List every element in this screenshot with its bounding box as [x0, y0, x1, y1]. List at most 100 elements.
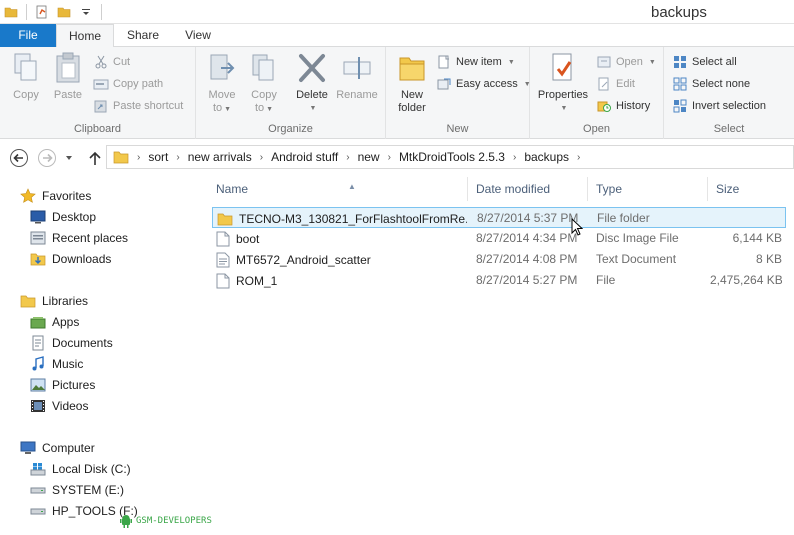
- column-header-name[interactable]: ▲ Name: [210, 177, 468, 201]
- properties-label: Properties: [537, 89, 589, 101]
- chevron-down-icon: ▼: [224, 106, 232, 113]
- table-row[interactable]: boot 8/27/2014 4:34 PM Disc Image File 6…: [212, 228, 786, 249]
- nav-downloads[interactable]: Downloads: [30, 249, 111, 269]
- up-arrow-icon: [89, 151, 101, 165]
- videos-icon: [30, 398, 46, 414]
- tab-file[interactable]: File: [0, 24, 56, 47]
- properties-icon[interactable]: [33, 3, 51, 21]
- breadcrumb-separator[interactable]: ›: [573, 152, 584, 163]
- downloads-icon: [30, 251, 46, 267]
- move-to-icon: [206, 51, 238, 85]
- nav-videos[interactable]: Videos: [30, 396, 88, 416]
- file-date: 8/27/2014 5:27 PM: [476, 273, 578, 287]
- copy-button[interactable]: Copy: [8, 51, 44, 102]
- nav-system-drive[interactable]: SYSTEM (E:): [30, 480, 124, 500]
- breadcrumb-separator[interactable]: ›: [133, 152, 144, 163]
- properties-button[interactable]: Properties ▼: [536, 51, 590, 115]
- column-header-type[interactable]: Type: [590, 177, 708, 201]
- paste-button[interactable]: Paste: [50, 51, 86, 102]
- copy-to-icon: [248, 51, 280, 85]
- rename-icon: [341, 51, 373, 85]
- breadcrumb-sort[interactable]: sort: [144, 150, 172, 164]
- copy-to-button[interactable]: Copy to ▼: [244, 51, 284, 116]
- open-button[interactable]: Open ▼: [596, 53, 656, 71]
- nav-computer[interactable]: Computer: [20, 438, 95, 458]
- open-icon: [596, 54, 612, 70]
- history-label: History: [616, 100, 651, 112]
- delete-button[interactable]: Delete ▼: [292, 51, 332, 115]
- forward-button[interactable]: [36, 147, 58, 169]
- address-bar[interactable]: › sort › new arrivals › Android stuff › …: [106, 145, 794, 169]
- edit-icon: [596, 76, 612, 92]
- copy-path-button[interactable]: Copy path: [93, 75, 163, 93]
- select-all-button[interactable]: Select all: [672, 53, 737, 71]
- recent-locations-button[interactable]: [62, 147, 76, 169]
- breadcrumb-backups[interactable]: backups: [520, 150, 573, 164]
- table-row[interactable]: MT6572_Android_scatter 8/27/2014 4:08 PM…: [212, 249, 786, 270]
- nav-documents[interactable]: Documents: [30, 333, 113, 353]
- file-size: 6,144 KB: [732, 231, 782, 245]
- file-date: 8/27/2014 4:34 PM: [476, 231, 578, 245]
- new-folder-icon[interactable]: [55, 3, 73, 21]
- move-to-label: Move: [208, 89, 236, 101]
- move-to-button[interactable]: Move to ▼: [202, 51, 242, 116]
- nav-pictures[interactable]: Pictures: [30, 375, 95, 395]
- tab-share[interactable]: Share: [115, 24, 171, 47]
- column-header-date[interactable]: Date modified: [470, 177, 588, 201]
- tab-home[interactable]: Home: [56, 24, 114, 48]
- copy-label: Copy: [13, 89, 39, 101]
- tab-view[interactable]: View: [172, 24, 224, 47]
- nav-recent-places[interactable]: Recent places: [30, 228, 128, 248]
- folder-icon: [113, 150, 129, 164]
- nav-desktop[interactable]: Desktop: [30, 207, 96, 227]
- breadcrumb-new[interactable]: new: [354, 150, 384, 164]
- star-icon: [20, 188, 36, 204]
- history-button[interactable]: History: [596, 97, 650, 115]
- new-folder-button[interactable]: New folder: [392, 51, 432, 115]
- breadcrumb-separator[interactable]: ›: [342, 152, 353, 163]
- file-icon: [216, 273, 230, 289]
- file-name-cell: MT6572_Android_scatter: [216, 249, 466, 270]
- new-item-icon: [436, 54, 452, 70]
- file-name-cell: TECNO-M3_130821_ForFlashtoolFromRe...: [217, 208, 467, 229]
- nav-apps[interactable]: Apps: [30, 312, 79, 332]
- nav-music-label: Music: [52, 357, 84, 371]
- breadcrumb-new-arrivals[interactable]: new arrivals: [184, 150, 256, 164]
- nav-music[interactable]: Music: [30, 354, 83, 374]
- nav-documents-label: Documents: [52, 336, 113, 350]
- navigation-pane: Favorites Desktop Recent places Download…: [0, 177, 198, 535]
- toolbar-divider: [26, 4, 27, 20]
- paste-shortcut-label: Paste shortcut: [113, 100, 184, 112]
- new-folder-label: New: [400, 89, 423, 101]
- nav-local-disk[interactable]: Local Disk (C:): [30, 459, 131, 479]
- breadcrumb-separator[interactable]: ›: [256, 152, 267, 163]
- cut-button[interactable]: Cut: [93, 53, 130, 71]
- clipboard-group-label: Clipboard: [73, 123, 122, 135]
- folder-icon[interactable]: [2, 3, 20, 21]
- table-row[interactable]: ROM_1 8/27/2014 5:27 PM File 2,475,264 K…: [212, 270, 786, 291]
- up-button[interactable]: [84, 147, 106, 169]
- invert-selection-button[interactable]: Invert selection: [672, 97, 766, 115]
- delete-icon: [296, 51, 328, 85]
- breadcrumb-android-stuff[interactable]: Android stuff: [267, 150, 342, 164]
- edit-button[interactable]: Edit: [596, 75, 635, 93]
- back-button[interactable]: [8, 147, 30, 169]
- sort-ascending-icon: ▲: [348, 182, 356, 191]
- nav-pictures-label: Pictures: [52, 378, 96, 392]
- paste-shortcut-button[interactable]: Paste shortcut: [93, 97, 183, 115]
- column-header-size[interactable]: Size: [710, 177, 794, 201]
- breadcrumb-separator[interactable]: ›: [172, 152, 183, 163]
- nav-favorites[interactable]: Favorites: [20, 186, 91, 206]
- easy-access-button[interactable]: Easy access ▼: [436, 75, 531, 93]
- new-item-button[interactable]: New item ▼: [436, 53, 515, 71]
- customize-toolbar-icon[interactable]: [77, 3, 95, 21]
- chevron-down-icon: ▼: [560, 105, 568, 112]
- breadcrumb-mtkdroidtools[interactable]: MtkDroidTools 2.5.3: [395, 150, 509, 164]
- new-item-label: New item: [456, 56, 502, 68]
- select-none-button[interactable]: Select none: [672, 75, 750, 93]
- nav-libraries[interactable]: Libraries: [20, 291, 88, 311]
- rename-button[interactable]: Rename: [334, 51, 380, 102]
- breadcrumb-separator[interactable]: ›: [384, 152, 395, 163]
- table-row[interactable]: TECNO-M3_130821_ForFlashtoolFromRe... 8/…: [212, 207, 786, 228]
- breadcrumb-separator[interactable]: ›: [509, 152, 520, 163]
